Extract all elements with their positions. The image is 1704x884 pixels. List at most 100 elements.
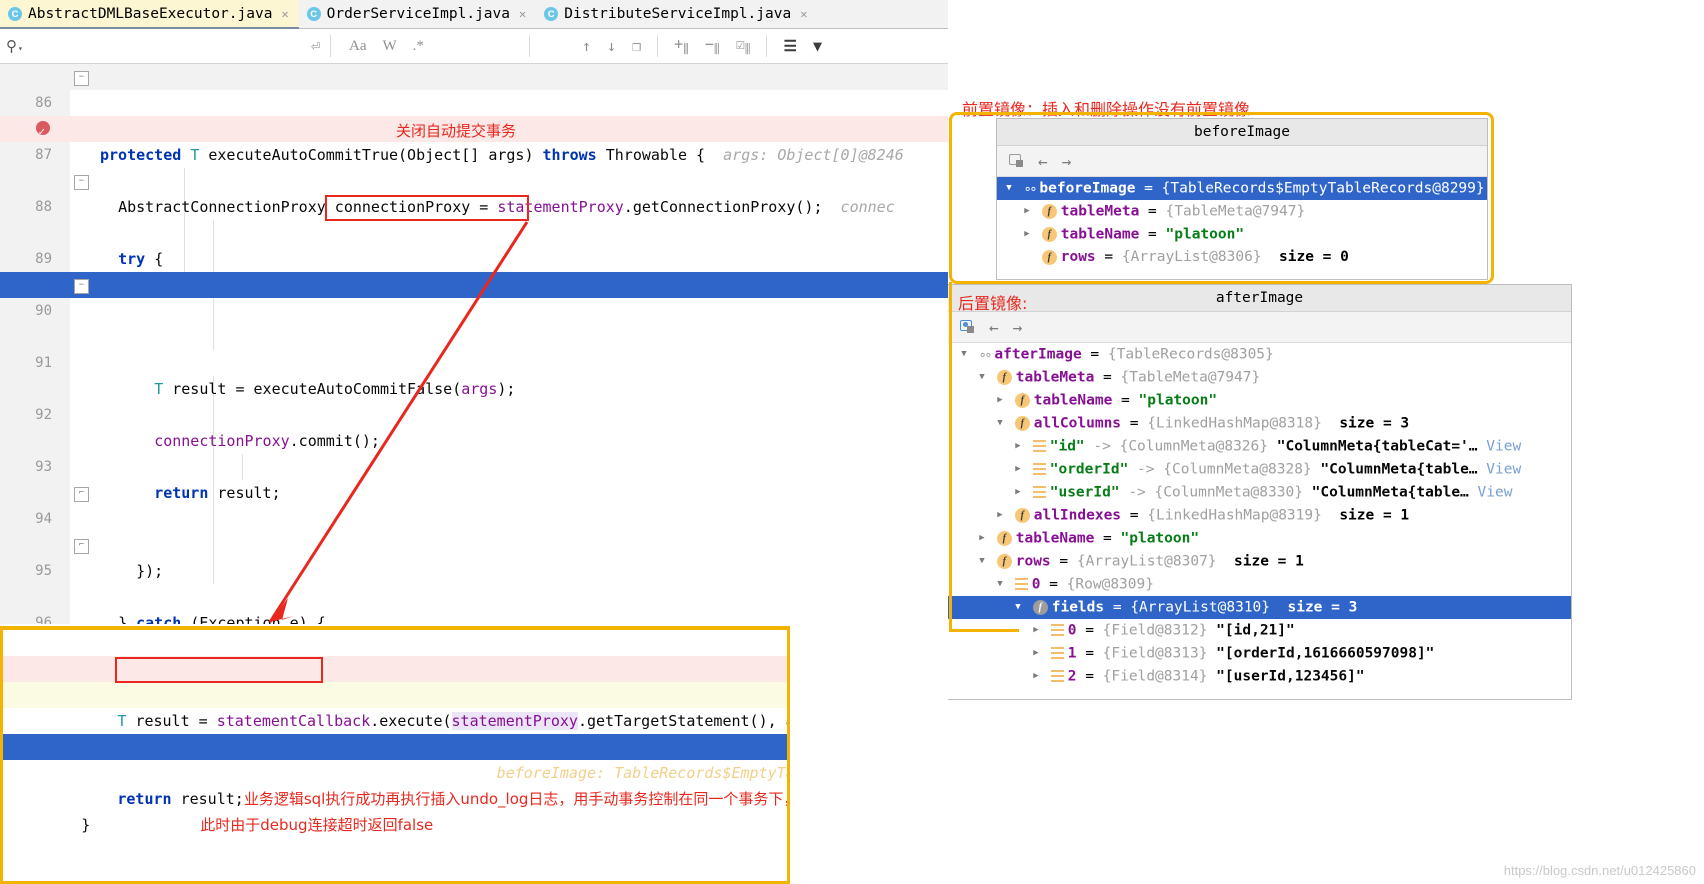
tree-row-value: {TableRecords$EmptyTableRecords@8299} <box>1161 180 1485 197</box>
expander-open-icon[interactable]: ▼ <box>994 412 1006 435</box>
tree-row[interactable]: ▼ ∘∘ beforeImage = {TableRecords$EmptyTab… <box>997 177 1487 200</box>
chevron-down-icon[interactable]: ▾ <box>18 44 23 53</box>
code-line-current[interactable]: 90 − return new LockRetryPolicy(connecti… <box>0 272 948 372</box>
expander-closed-icon[interactable]: ▶ <box>1021 200 1033 223</box>
frame-line[interactable]: } 此时由于debug连接超时返回false <box>3 786 787 834</box>
tree-row[interactable]: ▼ ∘∘ afterImage = {TableRecords@8305} <box>948 343 1571 366</box>
fold-marker[interactable]: − <box>74 175 89 190</box>
code-line[interactable]: 88 − try { <box>0 168 948 268</box>
expander-closed-icon[interactable]: ▶ <box>1030 619 1042 642</box>
tree-row[interactable]: ▶ f tableName = "platoon" <box>948 389 1571 412</box>
frame-line[interactable]: protected T executeAutoCommitFalse(Objec… <box>3 630 787 678</box>
tree-row[interactable]: ▶ 0 = {Field@8312} "[id,21]" <box>948 619 1571 642</box>
expander-open-icon[interactable]: ▼ <box>994 573 1006 596</box>
expander-closed-icon[interactable]: ▶ <box>1030 642 1042 665</box>
back-arrow-icon[interactable]: ← <box>989 318 999 337</box>
toggle-watch-icon[interactable]: ☑⫼ <box>736 35 751 57</box>
close-icon[interactable]: ✕ <box>281 7 288 21</box>
sort-values-icon[interactable]: ☰ <box>783 37 796 55</box>
fold-marker[interactable]: − <box>74 279 89 294</box>
code-line[interactable]: 96 // when exception occur in finally,th… <box>0 584 948 624</box>
code-line[interactable]: 86 − protected T executeAutoCommitTrue(O… <box>0 64 948 164</box>
tree-row[interactable]: ▶ f allIndexes = {LinkedHashMap@8319} siz… <box>948 504 1571 527</box>
expander-closed-icon[interactable]: ▶ <box>976 527 988 550</box>
forward-arrow-icon[interactable]: → <box>1013 318 1023 337</box>
tab-distribute-service-impl[interactable]: C DistributeServiceImpl.java ✕ <box>536 0 818 28</box>
step-up-icon[interactable]: ↑ <box>582 37 591 55</box>
after-image-inspector[interactable]: afterImage ← → ▼ ∘∘ afterImage = {TableRe… <box>948 284 1572 700</box>
search-field-group[interactable]: ⚲ ▾ ⏎ <box>0 29 330 63</box>
tree-row[interactable]: ▼ f rows = {ArrayList@8307} size = 1 <box>948 550 1571 573</box>
frame-line-current[interactable]: prepareUndoLog(beforeImage, afterImage);… <box>3 734 787 782</box>
expander-open-icon[interactable]: ▼ <box>1012 596 1024 619</box>
code-line[interactable]: 93 return result; <box>0 428 948 502</box>
view-link[interactable]: View <box>1486 462 1521 478</box>
code-line[interactable]: 91 T result = executeAutoCommitFalse(arg… <box>0 324 948 398</box>
tree-row[interactable]: ▶ 1 = {Field@8313} "[orderId,16166605970… <box>948 642 1571 665</box>
tree-row[interactable]: ▶ "userId" -> {ColumnMeta@8330} "ColumnM… <box>948 481 1571 504</box>
frame-line[interactable]: TableRecords afterImage = afterImage(bef… <box>3 708 787 756</box>
tree-row[interactable]: f rows = {ArrayList@8306} size = 0 <box>997 246 1487 269</box>
code-text: }); <box>136 562 164 580</box>
fold-marker[interactable]: ⌐ <box>74 487 89 502</box>
close-icon[interactable]: ✕ <box>519 7 526 21</box>
after-image-tree[interactable]: ▼ ∘∘ afterImage = {TableRecords@8305} ▼ f… <box>948 343 1571 688</box>
expander-closed-icon[interactable]: ▶ <box>1012 435 1024 458</box>
tab-order-service-impl[interactable]: C OrderServiceImpl.java ✕ <box>298 0 537 28</box>
code-line[interactable]: 92 connectionProxy.commit(); <box>0 376 948 450</box>
jump-to-source-icon[interactable] <box>1009 154 1024 168</box>
tab-abstract-dml-base-executor[interactable]: C AbstractDMLBaseExecutor.java ✕ <box>0 0 299 29</box>
back-arrow-icon[interactable]: ← <box>1038 152 1048 171</box>
tree-row[interactable]: ▼ 0 = {Row@8309} <box>948 573 1571 596</box>
code-line[interactable]: 95 ⌐ } catch (Exception e) { <box>0 532 948 624</box>
tree-row[interactable]: ▼ f tableMeta = {TableMeta@7947} <box>948 366 1571 389</box>
code-editor[interactable]: 86 − protected T executeAutoCommitTrue(O… <box>0 64 948 624</box>
jump-to-source-icon[interactable] <box>960 320 975 334</box>
glasses-icon: ∘∘ <box>978 347 993 363</box>
tree-row[interactable]: ▶ "orderId" -> {ColumnMeta@8328} "Column… <box>948 458 1571 481</box>
tree-row[interactable]: ▶ f tableName = "platoon" <box>948 527 1571 550</box>
bottom-method-panel[interactable]: protected T executeAutoCommitFalse(Objec… <box>0 626 790 884</box>
forward-arrow-icon[interactable]: → <box>1062 152 1072 171</box>
list-entry-icon <box>1032 463 1046 476</box>
view-link[interactable]: View <box>1478 485 1513 501</box>
expander-open-icon[interactable]: ▼ <box>976 366 988 389</box>
expander-open-icon[interactable]: ▼ <box>958 343 970 366</box>
add-watch-icon[interactable]: +⫼ <box>674 35 689 57</box>
expander-closed-icon[interactable]: ▶ <box>1012 481 1024 504</box>
tree-row[interactable]: ▶ f tableMeta = {TableMeta@7947} <box>997 200 1487 223</box>
fold-marker[interactable]: − <box>74 71 89 86</box>
fold-marker[interactable]: ⌐ <box>74 539 89 554</box>
regex-toggle[interactable]: .* <box>413 38 424 55</box>
match-case-toggle[interactable]: Aa <box>349 38 367 55</box>
remove-watch-icon[interactable]: −⫼ <box>705 35 720 57</box>
expander-closed-icon[interactable]: ▶ <box>1021 223 1033 246</box>
enter-return-icon[interactable]: ⏎ <box>311 37 320 55</box>
frame-line[interactable]: T result = statementCallback.execute(sta… <box>3 682 787 730</box>
open-in-window-icon[interactable]: ❐ <box>632 37 641 55</box>
expander-closed-icon[interactable]: ▶ <box>1012 458 1024 481</box>
expander-open-icon[interactable]: ▼ <box>976 550 988 573</box>
field-icon: f <box>996 370 1012 385</box>
step-down-icon[interactable]: ↓ <box>607 37 616 55</box>
tree-row-selected[interactable]: ▼ f fields = {ArrayList@8310} size = 3 <box>948 596 1571 619</box>
breakpoint-icon[interactable] <box>36 119 50 145</box>
expander-closed-icon[interactable]: ▶ <box>994 389 1006 412</box>
expander-closed-icon[interactable]: ▶ <box>994 504 1006 527</box>
tree-row[interactable]: ▶ f tableName = "platoon" <box>997 223 1487 246</box>
tree-row[interactable]: ▼ f allColumns = {LinkedHashMap@8318} siz… <box>948 412 1571 435</box>
before-image-inspector[interactable]: beforeImage ← → ▼ ∘∘ beforeImage = {Table… <box>996 118 1488 280</box>
code-line[interactable]: 89 connectionProxy.setAutoCommit(false); <box>0 220 948 294</box>
line-number: 89 <box>35 251 52 267</box>
before-image-tree[interactable]: ▼ ∘∘ beforeImage = {TableRecords$EmptyTab… <box>997 177 1487 269</box>
filter-icon[interactable]: ▼ <box>813 37 822 55</box>
code-line[interactable]: 94 ⌐ }); <box>0 480 948 580</box>
whole-words-toggle[interactable]: W <box>383 38 397 55</box>
tree-row[interactable]: ▶ "id" -> {ColumnMeta@8326} "ColumnMeta{… <box>948 435 1571 458</box>
tree-row[interactable]: ▶ 2 = {Field@8314} "[userId,123456]" <box>948 665 1571 688</box>
view-link[interactable]: View <box>1486 439 1521 455</box>
close-icon[interactable]: ✕ <box>800 7 807 21</box>
expander-closed-icon[interactable]: ▶ <box>1030 665 1042 688</box>
frame-line[interactable]: return result;业务逻辑sql执行成功再执行插入undo_log日志… <box>3 760 787 808</box>
expander-open-icon[interactable]: ▼ <box>1003 177 1015 200</box>
